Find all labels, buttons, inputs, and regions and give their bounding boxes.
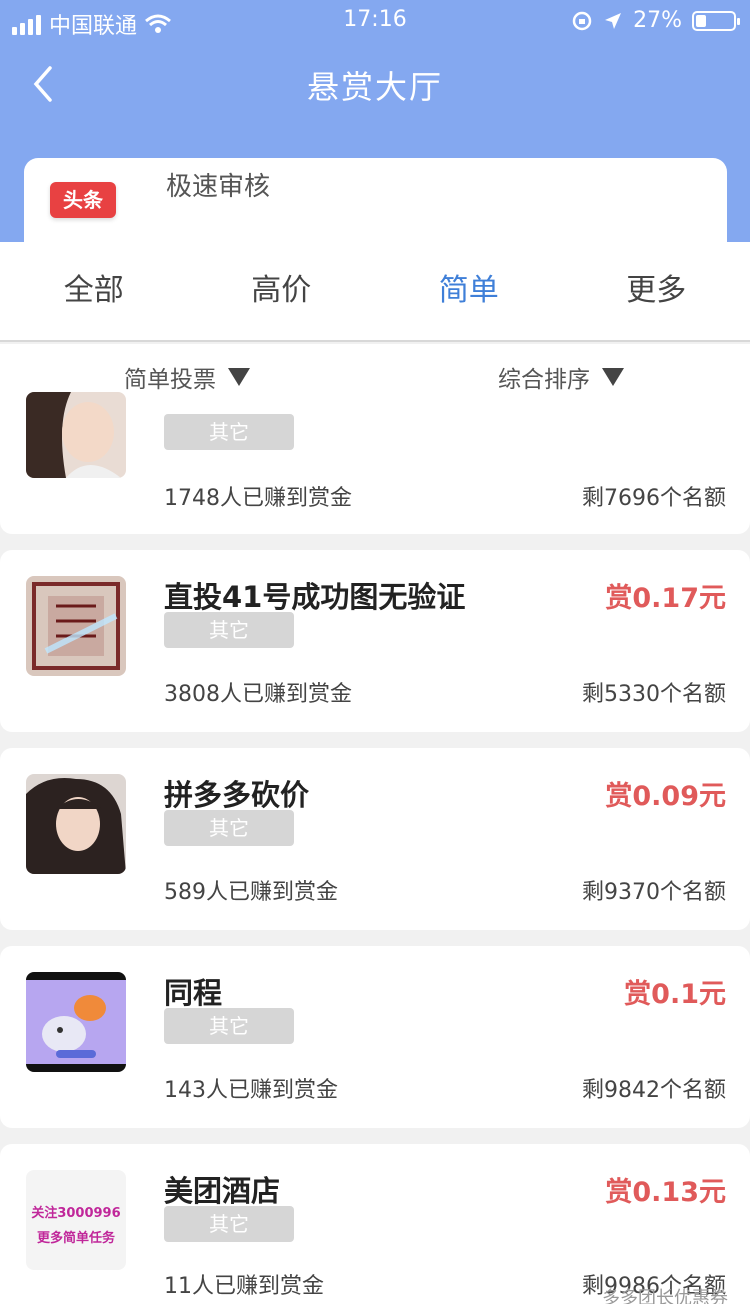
thumbnail-text-line: 更多简单任务 xyxy=(36,1231,115,1246)
remaining-slots: 剩9842个名额 xyxy=(582,1078,726,1103)
earned-count: 11人已赚到赏金 xyxy=(164,1274,324,1299)
earned-count: 143人已赚到赏金 xyxy=(164,1078,338,1103)
task-tag: 其它 xyxy=(164,414,294,450)
task-tag: 其它 xyxy=(164,1206,294,1242)
reward-amount: 赏0.1元 xyxy=(624,979,726,1010)
remaining-slots: 剩7696个名额 xyxy=(582,486,726,511)
task-card[interactable]: 拼多多砍价 赏0.09元 其它 589人已赚到赏金 剩9370个名额 xyxy=(0,748,750,930)
triangle-down-icon xyxy=(602,368,624,386)
task-card[interactable]: 同程 赏0.1元 其它 143人已赚到赏金 剩9842个名额 xyxy=(0,946,750,1128)
remaining-slots: 剩9370个名额 xyxy=(582,880,726,905)
category-filter-label: 简单投票 xyxy=(124,367,216,393)
task-tag: 其它 xyxy=(164,612,294,648)
earned-count: 589人已赚到赏金 xyxy=(164,880,338,905)
rotation-lock-icon xyxy=(572,11,592,30)
location-icon xyxy=(605,12,622,29)
category-filter-dropdown[interactable]: 简单投票 xyxy=(124,360,250,394)
tab-simple[interactable]: 简单 xyxy=(375,242,563,340)
task-title: 美团酒店 xyxy=(164,1174,281,1208)
triangle-down-icon xyxy=(228,368,250,386)
task-title: 同程 xyxy=(164,976,223,1010)
watermark-text: 多多团长优惠券 xyxy=(602,1288,728,1304)
task-thumbnail xyxy=(26,972,126,1072)
reward-amount: 赏0.17元 xyxy=(605,583,726,614)
tab-more[interactable]: 更多 xyxy=(563,242,750,340)
task-thumbnail: 关注3000996 更多简单任务 xyxy=(26,1170,126,1270)
task-thumbnail xyxy=(26,576,126,676)
task-title: 直投41号成功图无验证 xyxy=(164,580,466,614)
battery-label: 27% xyxy=(633,8,682,33)
task-thumbnail xyxy=(26,392,126,478)
battery-icon xyxy=(692,10,740,31)
status-bar: 中国联通 17:16 27% xyxy=(0,0,750,42)
sort-label: 综合排序 xyxy=(498,367,590,393)
sort-dropdown[interactable]: 综合排序 xyxy=(498,360,624,394)
task-tag: 其它 xyxy=(164,1008,294,1044)
tab-all[interactable]: 全部 xyxy=(0,242,188,340)
task-thumbnail xyxy=(26,774,126,874)
task-tag: 其它 xyxy=(164,810,294,846)
earned-count: 3808人已赚到赏金 xyxy=(164,682,352,707)
earned-count: 1748人已赚到赏金 xyxy=(164,486,352,511)
task-card[interactable]: 直投41号成功图无验证 赏0.17元 其它 3808人已赚到赏金 剩5330个名… xyxy=(0,550,750,732)
task-title: 拼多多砍价 xyxy=(164,778,310,812)
page-title: 悬赏大厅 xyxy=(306,68,443,106)
reward-amount: 赏0.13元 xyxy=(605,1177,726,1208)
remaining-slots: 剩5330个名额 xyxy=(582,682,726,707)
category-tabs: 全部 高价 简单 更多 xyxy=(0,242,750,342)
featured-title: 极速审核 xyxy=(166,172,271,202)
tab-high-price[interactable]: 高价 xyxy=(188,242,376,340)
reward-amount: 赏0.09元 xyxy=(605,781,726,812)
task-card[interactable]: 其它 1748人已赚到赏金 剩7696个名额 xyxy=(0,392,750,534)
task-card[interactable]: 关注3000996 更多简单任务 美团酒店 赏0.13元 其它 11人已赚到赏金… xyxy=(0,1144,750,1304)
headline-badge: 头条 xyxy=(50,182,116,218)
thumbnail-text-line: 关注3000996 xyxy=(31,1206,121,1221)
